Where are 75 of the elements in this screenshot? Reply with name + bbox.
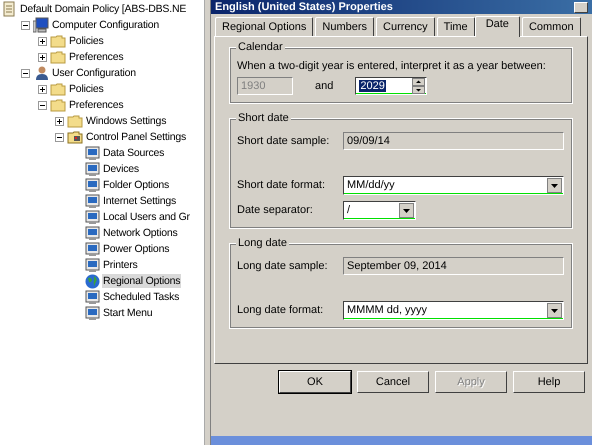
- tree-item[interactable]: Scheduled Tasks: [102, 290, 180, 304]
- folder-icon: [50, 49, 67, 65]
- tree-item[interactable]: Start Menu: [102, 306, 154, 320]
- tree-item[interactable]: Local Users and Gr: [102, 210, 191, 224]
- folder-icon: [50, 33, 67, 49]
- collapse-toggle[interactable]: [21, 20, 30, 30]
- group-title: Short date: [236, 112, 291, 124]
- and-label: and: [315, 80, 334, 92]
- window-icon: [84, 193, 101, 209]
- tree-item[interactable]: Policies: [68, 82, 105, 96]
- expand-toggle[interactable]: [38, 84, 47, 94]
- computer-icon: [33, 17, 50, 33]
- tree-item[interactable]: Network Options: [102, 226, 179, 240]
- tree-item[interactable]: Regional Options: [102, 274, 182, 288]
- folder-icon: [50, 97, 67, 113]
- folder-icon: [67, 129, 84, 145]
- tree-item[interactable]: Preferences: [68, 98, 124, 112]
- tree-item[interactable]: Policies: [68, 34, 105, 48]
- field-label: Short date sample:: [237, 135, 330, 147]
- dropdown[interactable]: MMMM dd, yyyy: [343, 300, 564, 320]
- dialog-button[interactable]: OK: [279, 371, 351, 393]
- tree-item[interactable]: Devices: [102, 162, 140, 176]
- expand-toggle[interactable]: [38, 36, 47, 46]
- dialog-button[interactable]: Cancel: [357, 371, 429, 393]
- window-icon: [84, 257, 101, 273]
- close-button[interactable]: [574, 2, 588, 12]
- window-icon: [84, 161, 101, 177]
- sample-field[interactable]: 09/09/14: [343, 132, 564, 150]
- expand-toggle[interactable]: [55, 116, 64, 126]
- window-icon: [84, 289, 101, 305]
- tree-item[interactable]: Windows Settings: [85, 114, 168, 128]
- folder-icon: [50, 81, 67, 97]
- tab[interactable]: Regional Options: [215, 17, 314, 36]
- field-label: Date separator:: [237, 204, 314, 216]
- dialog-button[interactable]: Help: [513, 371, 585, 393]
- dropdown[interactable]: MM/dd/yy: [343, 176, 564, 194]
- tree-item[interactable]: User Configuration: [51, 66, 137, 80]
- field-label: Short date format:: [237, 179, 326, 191]
- tab[interactable]: Currency: [376, 17, 435, 36]
- dropdown[interactable]: /: [343, 200, 416, 220]
- sample-field[interactable]: September 09, 2014: [343, 257, 564, 275]
- field-label: Long date sample:: [237, 260, 329, 272]
- prompt-text: When a two-digit year is entered, interpret it as a year between:: [237, 60, 547, 72]
- window-icon: [84, 209, 101, 225]
- tree-item[interactable]: Data Sources: [102, 146, 166, 160]
- globe-icon: [84, 273, 101, 289]
- tree-item[interactable]: Internet Settings: [102, 194, 178, 208]
- tree-item[interactable]: Computer Configuration: [51, 18, 160, 32]
- collapse-toggle[interactable]: [55, 132, 64, 142]
- collapse-toggle[interactable]: [21, 68, 30, 78]
- expand-toggle[interactable]: [38, 52, 47, 62]
- tree-item[interactable]: Preferences: [68, 50, 124, 64]
- tab[interactable]: Numbers: [315, 17, 374, 36]
- tree-item[interactable]: Power Options: [102, 242, 170, 256]
- folder-icon: [67, 113, 84, 129]
- tree-item[interactable]: Control Panel Settings: [85, 130, 188, 144]
- window-icon: [84, 145, 101, 161]
- group-title: Calendar: [236, 41, 285, 53]
- field-label: Long date format:: [237, 304, 324, 316]
- group-title: Long date: [236, 237, 289, 249]
- window-icon: [84, 241, 101, 257]
- user-icon: [33, 65, 50, 81]
- tree-item[interactable]: Folder Options: [102, 178, 170, 192]
- tree-item[interactable]: Default Domain Policy [ABS-DBS.NE: [19, 2, 188, 16]
- tab[interactable]: Common: [522, 17, 581, 36]
- window-icon: [84, 225, 101, 241]
- splitter[interactable]: [204, 0, 211, 445]
- window-title: English (United States) Properties: [215, 1, 393, 13]
- tree-item[interactable]: Printers: [102, 258, 139, 272]
- spinner-arrows-icon: [412, 78, 426, 94]
- year-spin-field[interactable]: 2029: [355, 77, 428, 95]
- window-icon: [84, 305, 101, 321]
- tab[interactable]: Date: [474, 16, 520, 37]
- window-icon: [84, 177, 101, 193]
- collapse-toggle[interactable]: [38, 100, 47, 110]
